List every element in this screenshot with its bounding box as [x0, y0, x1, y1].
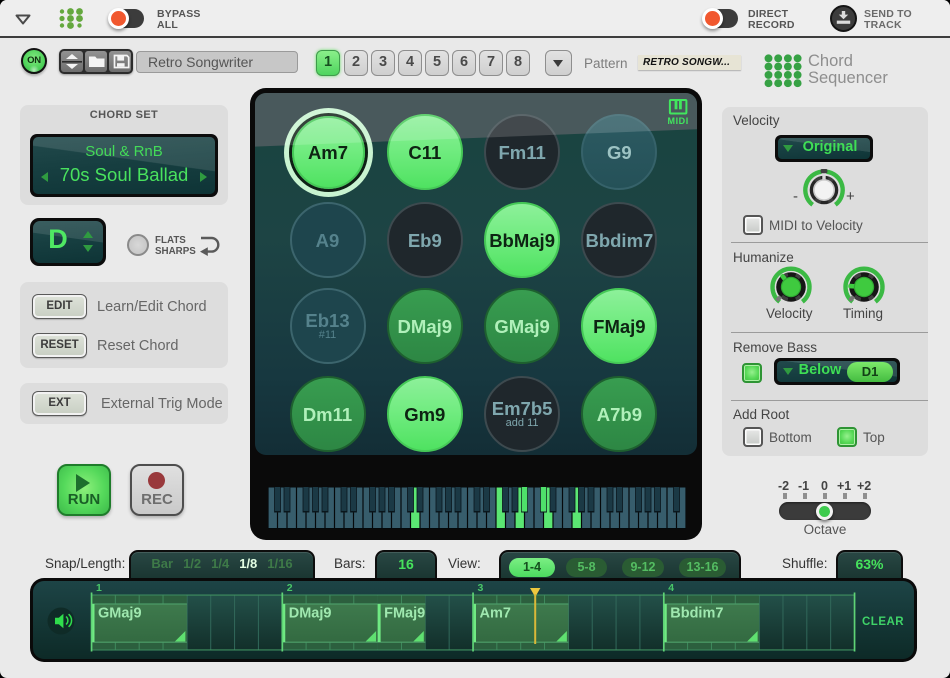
svg-text:DMaj9: DMaj9	[289, 606, 332, 622]
svg-text:FMaj9: FMaj9	[384, 606, 425, 622]
svg-text:Am7: Am7	[480, 606, 511, 622]
svg-text:MIDI: MIDI	[667, 116, 688, 126]
svg-text:3: 3	[478, 582, 484, 594]
svg-text:4: 4	[668, 582, 674, 594]
svg-text:Bbdim7: Bbdim7	[670, 606, 723, 622]
svg-text:2: 2	[287, 582, 293, 594]
svg-text:GMaj9: GMaj9	[98, 606, 142, 622]
svg-text:1: 1	[96, 582, 102, 594]
